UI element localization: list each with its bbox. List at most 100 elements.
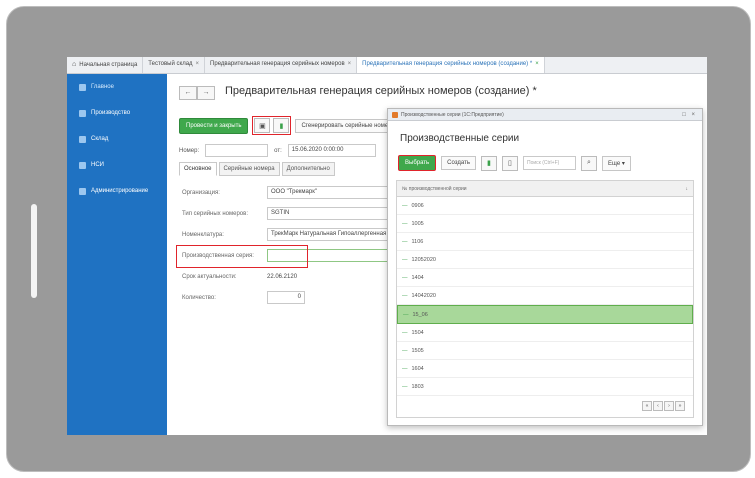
copy-icon[interactable]: ▮ <box>480 155 497 171</box>
page-title: Предварительная генерация серийных номер… <box>225 85 537 97</box>
row-marker-icon: — <box>402 347 408 354</box>
row-marker-icon: — <box>402 256 408 263</box>
table-row[interactable]: —1404 <box>397 269 693 287</box>
sidebar-item-label: Склад <box>91 136 109 142</box>
generate-button[interactable]: Сгенерировать серийные номера <box>295 118 401 133</box>
table-row[interactable]: —1106 <box>397 233 693 251</box>
row-marker-icon: — <box>402 329 408 336</box>
table-row[interactable]: —1604 <box>397 360 693 378</box>
sidebar-item-admin[interactable]: Администрирование <box>67 178 167 204</box>
dialog-title: Производственные серии <box>400 133 520 144</box>
prev-page-button[interactable]: ‹ <box>653 401 663 411</box>
row-marker-icon: — <box>402 238 408 245</box>
search-input[interactable]: Поиск (Ctrl+F) <box>522 156 576 170</box>
table-row[interactable]: —1505 <box>397 342 693 360</box>
tablet-frame: ⌂ Начальная страница Тестовый склад × Пред… <box>6 6 751 472</box>
tab-test-warehouse[interactable]: Тестовый склад × <box>143 57 206 73</box>
last-page-button[interactable]: » <box>675 401 685 411</box>
field-label: Срок актуальности: <box>182 273 237 280</box>
row-label: 0906 <box>411 202 424 209</box>
sidebar-item-warehouse[interactable]: Склад <box>67 126 167 152</box>
organization-field[interactable]: ООО "Трекмарк" <box>267 186 400 199</box>
field-label: Организация: <box>182 189 220 196</box>
window-controls[interactable]: □ × <box>682 112 697 118</box>
row-label: 14042020 <box>411 292 436 299</box>
tab-pregeneration-create[interactable]: Предварительная генерация серийных номер… <box>357 57 545 73</box>
tab-pregeneration[interactable]: Предварительная генерация серийных номер… <box>205 57 358 73</box>
close-icon[interactable]: × <box>535 61 539 67</box>
dialog-titlebar: Производственные серии (1С:Предприятие) … <box>388 109 702 121</box>
more-button[interactable]: Еще ▾ <box>601 155 631 171</box>
table-row[interactable]: —0906 <box>397 197 693 215</box>
highlight-box: ▣ ▮ <box>252 116 292 135</box>
pager: « ‹ › » <box>642 401 685 411</box>
row-label: 1504 <box>411 329 424 336</box>
tab-bar: ⌂ Начальная страница Тестовый склад × Пред… <box>67 57 707 74</box>
tablet-home-button <box>31 204 37 298</box>
row-marker-icon: — <box>402 383 408 390</box>
nomenclature-field[interactable]: ТрекМарк Натуральная Гипоаллергенная <box>267 228 400 241</box>
table-row[interactable]: —1504 <box>397 324 693 342</box>
table-row[interactable]: —15_06 <box>397 305 693 324</box>
row-label: 1106 <box>411 238 424 245</box>
sidebar-item-main[interactable]: Главное <box>67 74 167 100</box>
row-marker-icon: — <box>402 202 408 209</box>
menu-icon <box>79 161 86 169</box>
table-row[interactable]: —14042020 <box>397 287 693 305</box>
number-field[interactable] <box>205 144 269 157</box>
row-label: 1604 <box>411 365 424 372</box>
search-icon[interactable]: ⌕ <box>580 155 597 171</box>
tab-serial-numbers[interactable]: Серийные номера <box>218 162 280 176</box>
row-label: 1404 <box>411 274 424 281</box>
menu-icon <box>79 187 86 195</box>
dialog-window-title: Производственные серии (1С:Предприятие) <box>401 111 504 118</box>
menu-icon <box>79 109 86 117</box>
field-label: Номенклатура: <box>182 231 224 238</box>
create-button[interactable]: Создать <box>441 156 476 170</box>
sidebar-item-label: Производство <box>91 110 131 116</box>
back-button[interactable]: ← <box>179 86 197 100</box>
next-page-button[interactable]: › <box>664 401 674 411</box>
tab-additional[interactable]: Дополнительно <box>281 162 335 176</box>
home-icon: ⌂ <box>72 61 77 68</box>
table-header: № производственной серии ↓ <box>397 181 693 197</box>
sidebar-item-label: Администрирование <box>91 188 149 194</box>
table-row[interactable]: —12052020 <box>397 251 693 269</box>
nav-arrows: ← → <box>179 86 215 100</box>
table-row[interactable]: —1005 <box>397 215 693 233</box>
forward-button[interactable]: → <box>197 86 215 100</box>
sidebar-item-production[interactable]: Производство <box>67 100 167 126</box>
row-marker-icon: — <box>403 311 409 318</box>
app-screen: ⌂ Начальная страница Тестовый склад × Пред… <box>67 57 707 435</box>
quantity-highlight <box>176 245 308 268</box>
mark-icon[interactable]: ▯ <box>501 155 518 171</box>
date-label: от: <box>274 147 282 154</box>
table-body: —0906—1005—1106—12052020—1404—14042020—1… <box>397 197 693 396</box>
row-marker-icon: — <box>402 365 408 372</box>
tab-home[interactable]: ⌂ Начальная страница <box>67 57 144 73</box>
sidebar-item-label: НСИ <box>91 162 104 168</box>
date-field[interactable]: 15.06.2020 0:00:00 <box>287 144 376 157</box>
column-header[interactable]: № производственной серии <box>402 186 467 192</box>
sidebar-item-nsi[interactable]: НСИ <box>67 152 167 178</box>
close-icon[interactable]: × <box>348 61 352 67</box>
first-page-button[interactable]: « <box>642 401 652 411</box>
close-icon[interactable]: × <box>196 61 200 67</box>
series-dialog: Производственные серии (1С:Предприятие) … <box>387 108 703 426</box>
save-icon[interactable]: ▣ <box>254 118 271 133</box>
table-row[interactable]: —1803 <box>397 378 693 396</box>
select-button[interactable]: Выбрать <box>398 155 437 171</box>
expiry-value: 22.06.2120 <box>267 273 298 280</box>
row-label: 1505 <box>411 347 424 354</box>
sort-icon[interactable]: ↓ <box>686 186 689 192</box>
number-row: Номер: от: 15.06.2020 0:00:00 <box>179 144 376 157</box>
tab-main[interactable]: Основное <box>179 162 217 176</box>
serial-type-field[interactable]: SGTIN <box>267 207 400 220</box>
quantity-field[interactable]: 0 <box>267 291 305 304</box>
row-label: 1005 <box>411 220 424 227</box>
post-and-close-button[interactable]: Провести и закрыть <box>179 117 249 134</box>
dialog-toolbar: Выбрать Создать ▮ ▯ Поиск (Ctrl+F) ⌕ Еще… <box>398 155 631 171</box>
post-icon[interactable]: ▮ <box>273 118 290 133</box>
menu-icon <box>79 135 86 143</box>
app-icon <box>392 111 398 118</box>
